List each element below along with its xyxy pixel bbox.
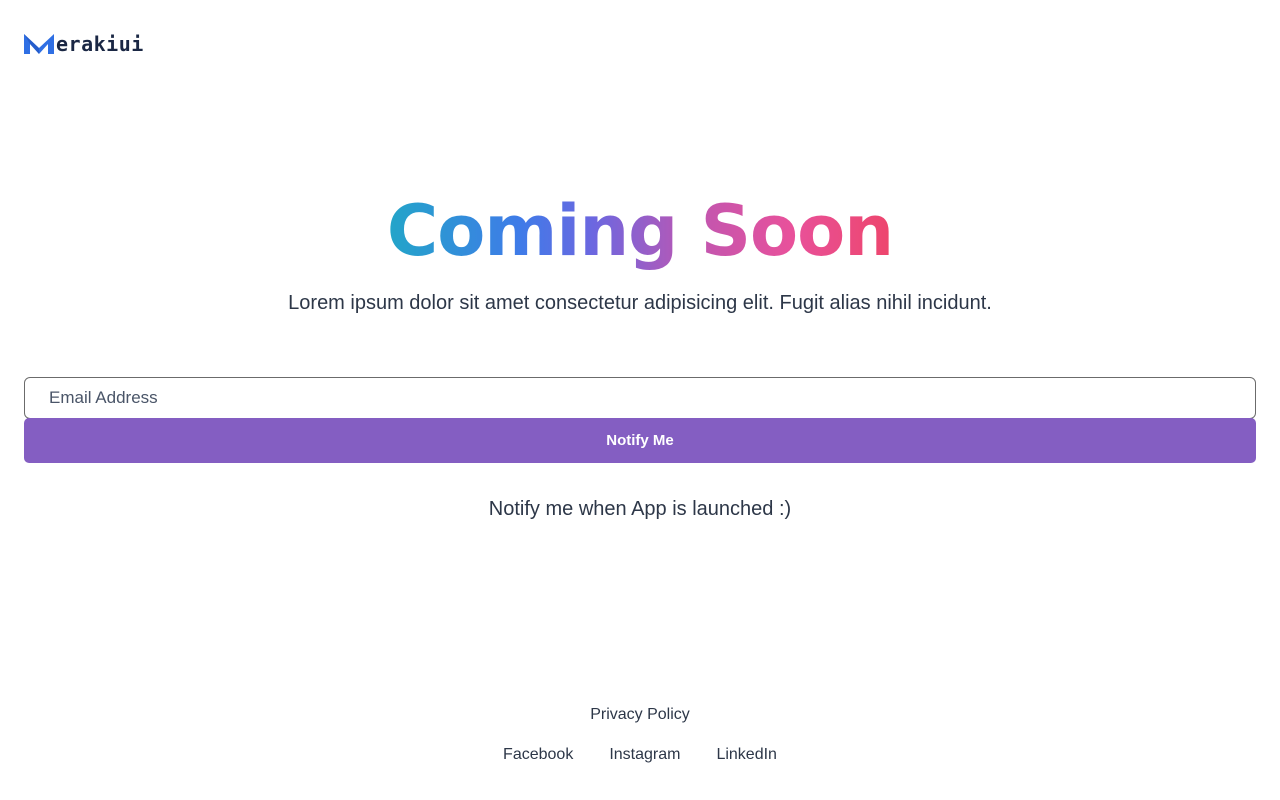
- page-title: Coming Soon: [0, 186, 1280, 276]
- instagram-link[interactable]: Instagram: [609, 744, 680, 766]
- coming-soon-page: erakiui Coming Soon Lorem ipsum dolor si…: [0, 0, 1280, 800]
- m-logo-icon: [24, 34, 54, 54]
- social-links: Facebook Instagram LinkedIn: [0, 744, 1280, 766]
- footer-privacy: Privacy Policy: [0, 704, 1280, 726]
- linkedin-link[interactable]: LinkedIn: [716, 744, 777, 766]
- email-input[interactable]: [24, 377, 1256, 419]
- logo-text: erakiui: [56, 32, 144, 56]
- notify-me-button[interactable]: Notify Me: [24, 418, 1256, 463]
- page-subtitle: Lorem ipsum dolor sit amet consectetur a…: [288, 292, 992, 314]
- facebook-link[interactable]: Facebook: [503, 744, 573, 766]
- launch-note: Notify me when App is launched :): [488, 498, 792, 520]
- logo-link[interactable]: erakiui: [24, 32, 144, 56]
- privacy-policy-link[interactable]: Privacy Policy: [590, 706, 690, 723]
